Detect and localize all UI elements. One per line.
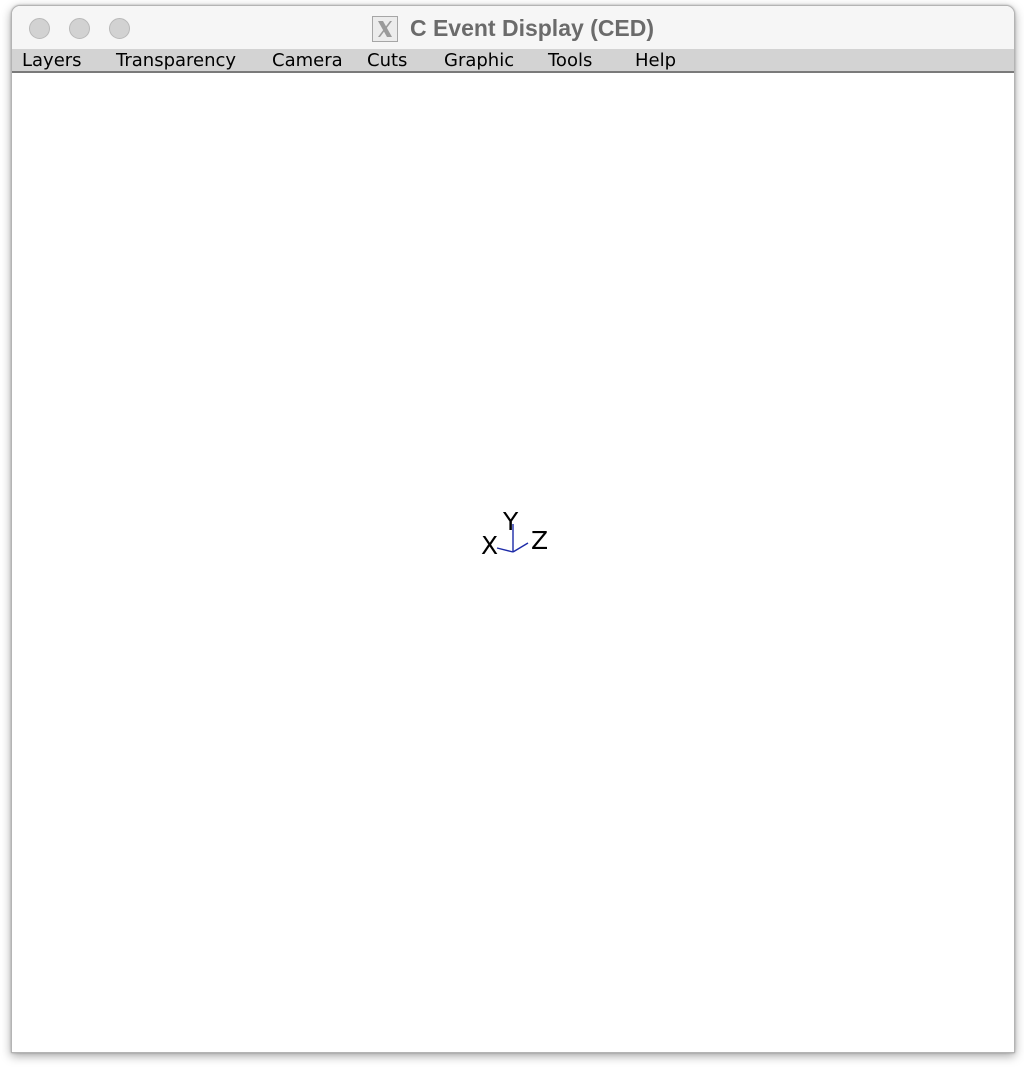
x11-icon <box>371 15 398 42</box>
menu-tools[interactable]: Tools <box>548 50 592 71</box>
axis-gizmo: X Y Z <box>481 507 548 560</box>
menu-graphic[interactable]: Graphic <box>444 50 514 71</box>
title-bar[interactable]: C Event Display (CED) <box>12 6 1014 49</box>
x-axis-label: X <box>481 531 498 560</box>
ced-window: C Event Display (CED) Layers Transparenc… <box>11 5 1015 1053</box>
window-title: C Event Display (CED) <box>409 15 655 41</box>
menu-camera[interactable]: Camera <box>272 50 343 71</box>
menu-transparency[interactable]: Transparency <box>116 50 236 71</box>
x-axis-line <box>496 547 514 553</box>
z-axis-line <box>512 542 529 553</box>
menu-cuts[interactable]: Cuts <box>367 50 407 71</box>
y-axis-label: Y <box>502 507 519 536</box>
menu-help[interactable]: Help <box>635 50 676 71</box>
menu-bar: Layers Transparency Camera Cuts Graphic … <box>12 49 1014 73</box>
z-axis-label: Z <box>531 526 548 555</box>
gl-viewport[interactable]: X Y Z <box>12 73 1014 1052</box>
menu-layers[interactable]: Layers <box>22 50 82 71</box>
title-group: C Event Display (CED) <box>12 15 1014 42</box>
